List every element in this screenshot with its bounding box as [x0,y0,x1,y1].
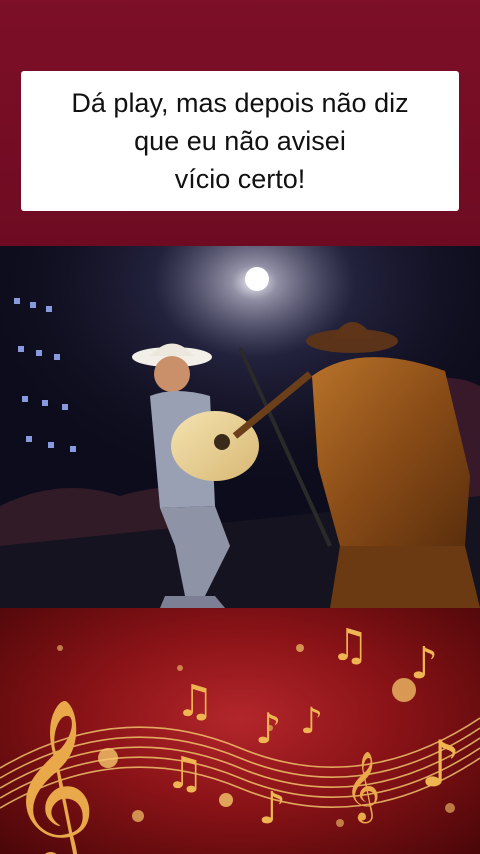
video-frame[interactable] [0,246,480,608]
eighth-note-icon: ♪ [420,728,461,802]
eighth-notes-icon: ♫ [330,620,369,671]
music-notes-decoration: 𝄞 𝄞 ♫ ♪ ♫ ♪ ♪ ♫ ♪ ♪ [0,608,480,854]
eighth-note-icon: ♪ [258,783,286,834]
eighth-notes-icon: ♫ [165,748,204,799]
music-notes-artwork: 𝄞 𝄞 ♫ ♪ ♫ ♪ ♪ ♫ ♪ ♪ [0,620,480,854]
eighth-note-icon: ♪ [255,704,282,753]
treble-clef-icon: 𝄞 [8,698,97,854]
caption-box: Dá play, mas depois não diz que eu não a… [21,71,459,211]
caption-text: Dá play, mas depois não diz que eu não a… [71,88,409,194]
eighth-note-icon: ♪ [410,638,438,689]
treble-clef-icon-small: 𝄞 [345,751,380,823]
eighth-note-icon: ♪ [300,701,323,742]
eighth-notes-icon: ♫ [175,676,214,727]
concert-scene-image [0,246,480,608]
